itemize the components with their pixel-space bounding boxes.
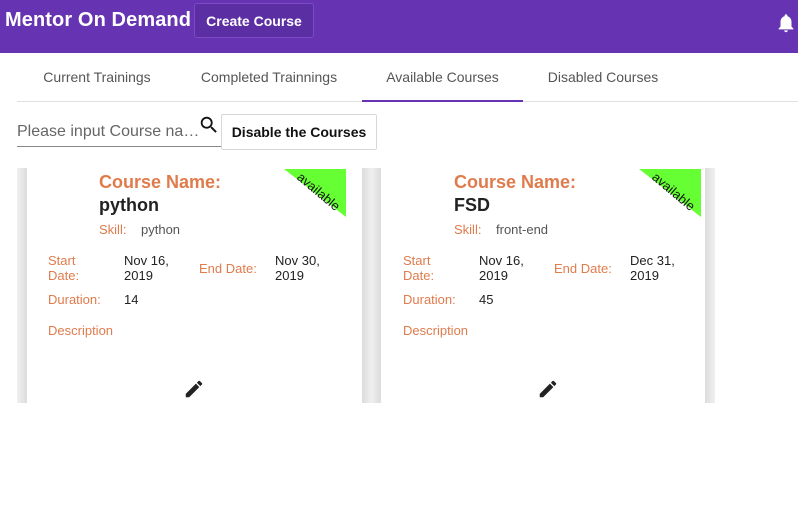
top-app-bar: Mentor On Demand Create Course [0,0,798,53]
course-name: FSD [454,195,490,215]
course-name-label: Course Name: [454,172,577,192]
duration-label: Duration: [48,292,101,307]
course-card: available Course Name: python Skill: pyt… [17,168,372,403]
course-tabs: Current Trainings Completed Trainnings A… [17,53,798,102]
duration-label: Duration: [403,292,456,307]
skill-value: python [141,222,181,237]
course-search-input[interactable] [17,117,221,147]
card-shadow [371,168,381,403]
search-icon[interactable] [198,114,220,136]
end-date-value: Dec 31, 2019 [630,253,675,283]
end-date-label: End Date: [199,261,257,276]
course-name-label: Course Name: [99,172,222,192]
pencil-icon[interactable] [183,378,205,400]
course-card: available Course Name: FSD Skill: front-… [371,168,726,403]
start-date-value: Nov 16, 2019 [124,253,169,283]
app-title: Mentor On Demand [5,9,192,31]
skill-label: Skill: [99,222,127,237]
tab-disabled-courses[interactable]: Disabled Courses [523,53,683,101]
start-date-value: Nov 16, 2019 [479,253,524,283]
description-label: Description [48,323,114,338]
tab-available-courses[interactable]: Available Courses [362,53,523,102]
card-shadow [17,168,27,403]
card-shadow [705,168,715,403]
bell-icon[interactable] [775,12,797,34]
start-date-label: Start Date: [403,253,435,283]
end-date-value: Nov 30, 2019 [275,253,320,283]
start-date-label: Start Date: [48,253,80,283]
skill-label: Skill: [454,222,482,237]
course-name: python [99,195,159,215]
end-date-label: End Date: [554,261,612,276]
tab-completed-trainings[interactable]: Completed Trainnings [189,53,349,101]
duration-value: 45 [479,292,494,307]
pencil-icon[interactable] [537,378,559,400]
skill-value: front-end [496,222,549,237]
description-label: Description [403,323,469,338]
disable-courses-button[interactable]: Disable the Courses [221,114,377,150]
create-course-button[interactable]: Create Course [194,3,314,38]
tab-current-trainings[interactable]: Current Trainings [17,53,177,101]
duration-value: 14 [124,292,139,307]
